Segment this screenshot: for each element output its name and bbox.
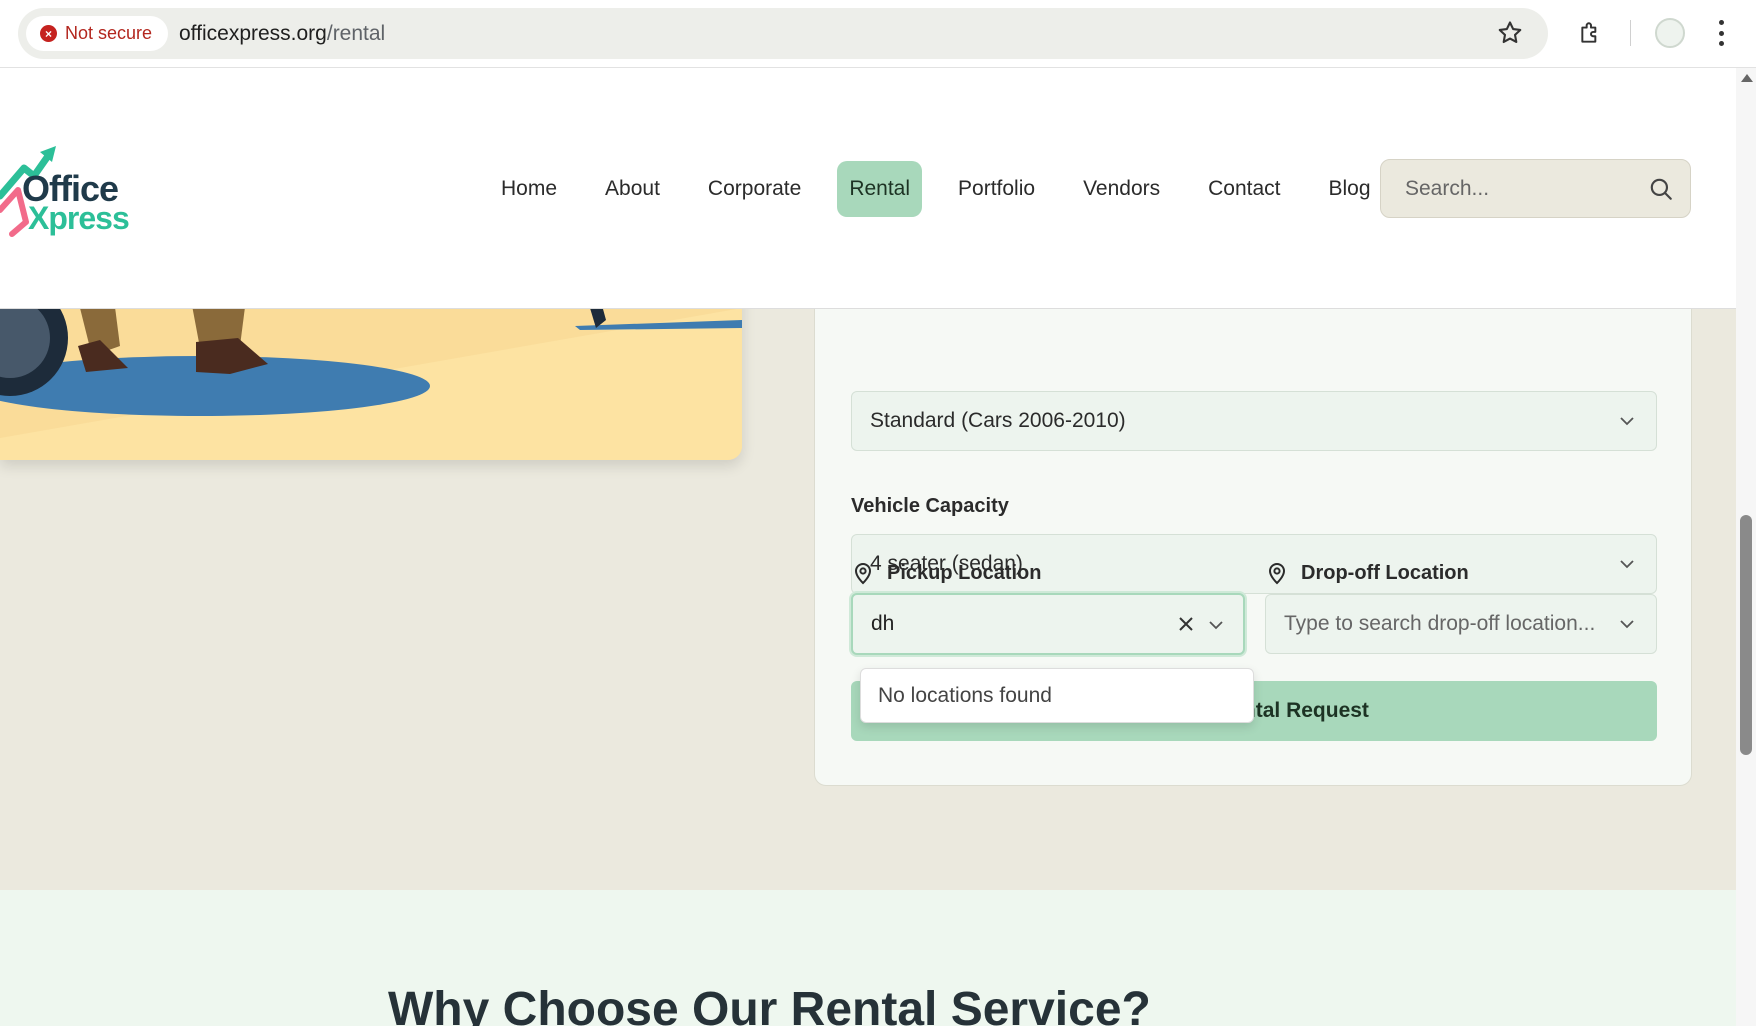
chevron-down-icon <box>1620 560 1634 569</box>
map-pin-icon <box>1268 563 1286 585</box>
chevron-down-icon[interactable] <box>1209 620 1223 630</box>
vehicle-type-value: Standard (Cars 2006-2010) <box>870 409 1126 432</box>
security-chip[interactable]: × Not secure <box>26 16 169 51</box>
dropoff-label-text: Drop-off Location <box>1301 561 1469 584</box>
pickup-location-input[interactable] <box>871 595 1161 653</box>
address-bar[interactable]: × Not secure officexpress.org/rental <box>18 8 1548 59</box>
dropoff-location-label: Drop-off Location <box>1265 561 1469 585</box>
site-search-box[interactable] <box>1380 159 1691 218</box>
nav-vendors[interactable]: Vendors <box>1071 161 1172 217</box>
dropoff-location-combobox[interactable] <box>1265 594 1657 654</box>
nav-blog[interactable]: Blog <box>1317 161 1383 217</box>
pickup-suggestions-dropdown: No locations found <box>860 668 1254 723</box>
page-viewport: Standard (Cars 2006-2010) Vehicle Capaci… <box>0 68 1736 1026</box>
extensions-puzzle-icon[interactable] <box>1578 20 1604 46</box>
clear-icon[interactable] <box>1177 615 1195 633</box>
no-results-message: No locations found <box>878 683 1052 707</box>
pickup-location-label: Pickup Location <box>851 561 1041 585</box>
logo-word-xpress: Xpress <box>28 200 130 236</box>
officexpress-logo[interactable]: Office Xpress <box>0 140 130 240</box>
nav-rental[interactable]: Rental <box>837 161 923 217</box>
browser-toolbar: × Not secure officexpress.org/rental <box>0 0 1756 68</box>
warning-icon: × <box>40 25 57 42</box>
main-nav: Home About Corporate Rental Portfolio Ve… <box>489 161 1407 217</box>
url-text[interactable]: officexpress.org/rental <box>179 8 385 59</box>
chevron-down-icon[interactable] <box>1620 619 1634 629</box>
vehicle-capacity-label: Vehicle Capacity <box>851 495 1009 517</box>
pickup-label-text: Pickup Location <box>887 561 1042 584</box>
search-icon[interactable] <box>1648 176 1674 202</box>
site-search-input[interactable] <box>1405 160 1645 217</box>
scrollbar-thumb[interactable] <box>1740 515 1752 755</box>
nav-about[interactable]: About <box>593 161 672 217</box>
security-label: Not secure <box>65 23 153 43</box>
page-scrollbar[interactable] <box>1736 68 1756 1026</box>
profile-avatar[interactable] <box>1655 18 1685 48</box>
nav-corporate[interactable]: Corporate <box>696 161 813 217</box>
map-pin-icon <box>854 563 872 585</box>
scroll-up-arrow-icon[interactable] <box>1741 74 1753 82</box>
bookmark-star-icon[interactable] <box>1496 19 1524 47</box>
dropoff-location-input[interactable] <box>1284 595 1604 653</box>
nav-home[interactable]: Home <box>489 161 569 217</box>
url-path: /rental <box>326 22 386 45</box>
section-heading: Why Choose Our Rental Service? <box>388 983 1151 1026</box>
nav-portfolio[interactable]: Portfolio <box>946 161 1047 217</box>
url-domain: officexpress.org <box>179 22 327 45</box>
vehicle-type-select[interactable]: Standard (Cars 2006-2010) <box>851 391 1657 451</box>
browser-menu-icon[interactable] <box>1716 20 1726 46</box>
chevron-down-icon <box>1620 417 1634 426</box>
pickup-location-combobox[interactable] <box>851 593 1245 655</box>
toolbar-separator <box>1630 20 1631 46</box>
site-header: Office Xpress Home About Corporate Renta… <box>0 68 1736 309</box>
nav-contact[interactable]: Contact <box>1196 161 1292 217</box>
why-choose-section: Why Choose Our Rental Service? <box>0 890 1736 1026</box>
